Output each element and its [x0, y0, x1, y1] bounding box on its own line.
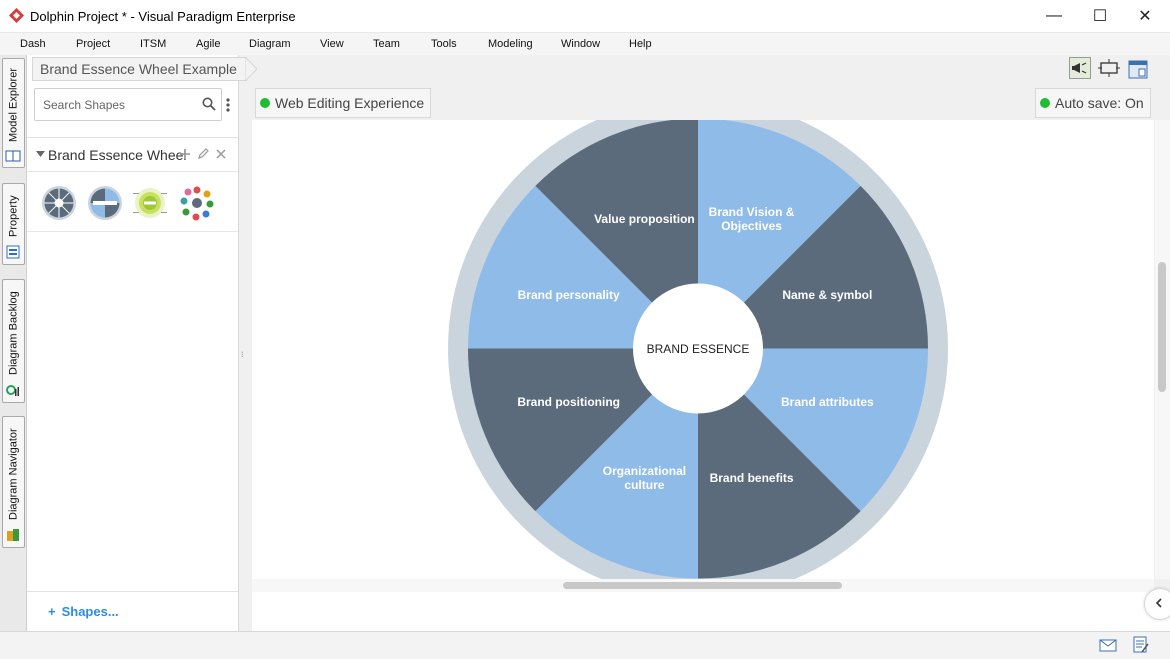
menu-modeling[interactable]: Modeling [488, 38, 533, 50]
tab-model-explorer[interactable]: Model Explorer [2, 58, 25, 168]
mail-icon[interactable] [1099, 639, 1117, 652]
segment-label: Brand attributes [781, 395, 874, 409]
close-group-icon[interactable] [216, 149, 226, 159]
app-logo-icon [9, 8, 24, 23]
divider [27, 591, 238, 592]
title-bar: Dolphin Project * - Visual Paradigm Ente… [0, 0, 1170, 33]
menu-help[interactable]: Help [629, 38, 652, 50]
auto-save-badge[interactable]: Auto save: On [1035, 88, 1151, 118]
segment-label: Brand personality [518, 288, 620, 302]
canvas-footer [252, 592, 1170, 631]
tab-diagram-backlog[interactable]: Diagram Backlog [2, 279, 25, 403]
property-sheet-icon [6, 245, 20, 259]
shapes-panel [27, 55, 239, 631]
search-icon[interactable] [202, 97, 216, 111]
collapse-panel-button[interactable] [1144, 588, 1170, 620]
tab-diagram-navigator-label: Diagram Navigator [7, 428, 20, 520]
menu-tools[interactable]: Tools [431, 38, 457, 50]
edit-pencil-icon[interactable] [197, 147, 210, 160]
menu-team[interactable]: Team [373, 38, 400, 50]
status-bar [0, 631, 1170, 659]
divider [27, 137, 238, 138]
announcement-button[interactable] [1069, 57, 1091, 79]
shapes-link[interactable]: + Shapes... [48, 604, 119, 619]
window-layout-icon [1128, 60, 1148, 79]
wheel-shape-colorful-icon[interactable] [179, 185, 215, 221]
more-options-icon[interactable] [225, 97, 231, 113]
breadcrumb[interactable]: Brand Essence Wheel Example [32, 57, 247, 81]
search-box [34, 88, 222, 121]
splitter-handle[interactable]: ⁝ [241, 351, 247, 362]
horizontal-scroll-track[interactable] [252, 579, 1154, 592]
center-label: BRAND ESSENCE [647, 342, 750, 356]
menu-view[interactable]: View [320, 38, 344, 50]
megaphone-icon [1072, 62, 1087, 74]
plus-icon: + [48, 604, 56, 619]
tab-property-label: Property [7, 195, 20, 237]
chevron-down-icon[interactable] [36, 151, 45, 158]
fit-frame-icon [1098, 59, 1120, 77]
layout-button[interactable] [1127, 58, 1149, 80]
fit-diagram-button[interactable] [1098, 58, 1120, 78]
wheel-shape-dark-icon[interactable] [41, 185, 77, 221]
add-icon[interactable] [179, 148, 191, 160]
vertical-scroll-track[interactable] [1155, 120, 1170, 579]
minimize-button[interactable]: — [1031, 0, 1077, 32]
search-input[interactable] [41, 96, 195, 114]
segment-label: Name & symbol [782, 288, 872, 302]
side-tab-strip: Model Explorer Property Diagram Backlog … [0, 55, 27, 631]
horizontal-scroll-thumb[interactable] [563, 582, 842, 589]
segment-label: Brand Vision & Objectives [709, 205, 795, 233]
menu-window[interactable]: Window [561, 38, 600, 50]
close-button[interactable]: ✕ [1122, 0, 1168, 32]
web-editing-label: Web Editing Experience [275, 95, 425, 111]
segment-label: Brand positioning [517, 395, 620, 409]
tab-property[interactable]: Property [2, 183, 25, 265]
menu-dash[interactable]: Dash [20, 38, 46, 50]
tab-diagram-navigator[interactable]: Diagram Navigator [2, 416, 25, 548]
chevron-left-icon [1155, 598, 1162, 608]
shapes-link-label: Shapes... [61, 604, 119, 619]
menu-bar: Dash Project ITSM Agile Diagram View Tea… [0, 33, 1170, 55]
window-title: Dolphin Project * - Visual Paradigm Ente… [30, 9, 296, 24]
tab-model-explorer-label: Model Explorer [7, 68, 20, 142]
segment-label: Value proposition [594, 212, 695, 226]
document-edit-icon[interactable] [1133, 636, 1149, 654]
web-editing-badge[interactable]: Web Editing Experience [255, 88, 432, 118]
book-icon [5, 150, 21, 162]
vertical-scroll-thumb[interactable] [1158, 262, 1166, 392]
menu-project[interactable]: Project [76, 38, 110, 50]
status-dot-icon [260, 98, 270, 108]
divider [27, 231, 238, 232]
status-dot-icon [1040, 98, 1050, 108]
menu-diagram[interactable]: Diagram [249, 38, 291, 50]
wheel-shape-blue-icon[interactable] [87, 185, 123, 221]
menu-agile[interactable]: Agile [196, 38, 220, 50]
maximize-button[interactable]: ☐ [1077, 0, 1123, 32]
wheel-shape-green-icon[interactable] [132, 185, 168, 221]
backlog-icon [6, 385, 19, 396]
menu-itsm[interactable]: ITSM [140, 38, 166, 50]
breadcrumb-arrow-icon [245, 57, 257, 81]
brand-essence-wheel[interactable]: Brand Vision & Objectives Name & symbol Bra… [252, 120, 1154, 579]
navigator-icon [7, 529, 19, 541]
auto-save-label: Auto save: On [1055, 95, 1144, 111]
tab-diagram-backlog-label: Diagram Backlog [7, 291, 20, 375]
segment-label: Brand benefits [710, 471, 794, 485]
shape-group-title: Brand Essence Wheel [48, 147, 187, 163]
divider [27, 171, 238, 172]
